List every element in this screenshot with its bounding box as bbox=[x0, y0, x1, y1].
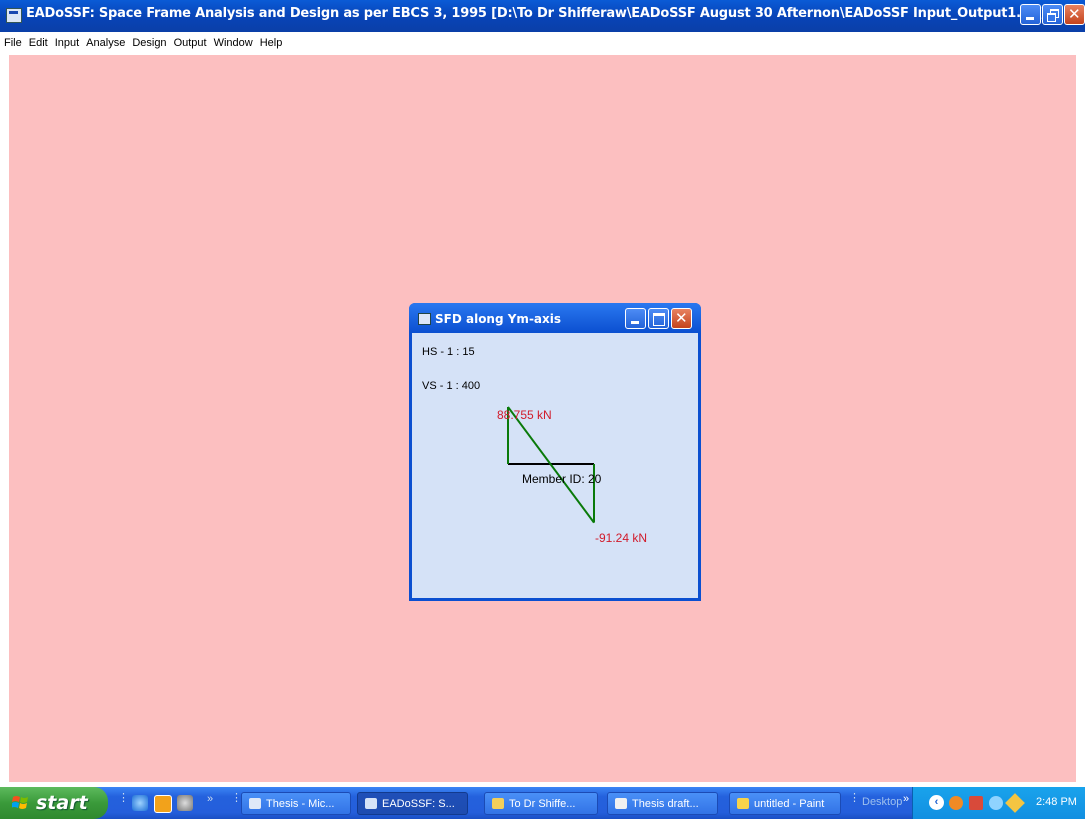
menu-window[interactable]: Window bbox=[210, 32, 256, 49]
sfd-window-title: SFD along Ym-axis bbox=[435, 312, 562, 326]
task-label: To Dr Shiffe... bbox=[509, 798, 576, 810]
tray-app-icon[interactable] bbox=[949, 796, 963, 810]
tray-network-icon[interactable] bbox=[969, 796, 983, 810]
clock[interactable]: 2:48 PM bbox=[1036, 796, 1077, 808]
bottom-value-label: -91.24 kN bbox=[595, 531, 648, 545]
taskbar: start ⋮ » ⋮ Thesis - Mic... EADoSSF: S..… bbox=[0, 787, 1085, 819]
sfd-minimize-button[interactable] bbox=[625, 308, 646, 329]
minimize-icon bbox=[631, 321, 639, 324]
sfd-client-area: HS - 1 : 15 VS - 1 : 400 88.755 kN Membe… bbox=[412, 333, 698, 598]
window-frame-left bbox=[0, 54, 9, 787]
word-icon bbox=[249, 798, 261, 809]
app-window-icon bbox=[365, 798, 377, 809]
task-button-thesis-draft[interactable]: Thesis draft... bbox=[607, 792, 718, 815]
folder-icon bbox=[492, 798, 504, 809]
main-titlebar[interactable]: EADoSSF: Space Frame Analysis and Design… bbox=[0, 0, 1085, 32]
menu-analyse[interactable]: Analyse bbox=[82, 32, 128, 49]
close-icon: ✕ bbox=[675, 309, 688, 327]
sfd-diagram bbox=[507, 406, 595, 524]
minimize-button[interactable] bbox=[1020, 4, 1041, 25]
task-button-thesis[interactable]: Thesis - Mic... bbox=[241, 792, 351, 815]
start-button[interactable]: start bbox=[0, 787, 108, 819]
system-tray: ‹ 2:48 PM bbox=[912, 787, 1085, 819]
menu-output[interactable]: Output bbox=[170, 32, 210, 49]
minimize-icon bbox=[1026, 17, 1034, 20]
window-frame-right bbox=[1076, 54, 1085, 787]
sfd-titlebar[interactable]: SFD along Ym-axis ✕ bbox=[409, 303, 701, 333]
task-button-eadossf[interactable]: EADoSSF: S... bbox=[357, 792, 468, 815]
quicklaunch-grip: ⋮ bbox=[118, 792, 129, 804]
tray-volume-icon[interactable] bbox=[989, 796, 1003, 810]
desktop-toolbar-more-icon[interactable]: » bbox=[903, 793, 909, 805]
task-label: Thesis draft... bbox=[632, 798, 699, 810]
media-player-icon[interactable] bbox=[154, 795, 172, 813]
browser-icon[interactable] bbox=[177, 795, 193, 811]
menu-help[interactable]: Help bbox=[256, 32, 286, 49]
menu-bar: File Edit Input Analyse Design Output Window He… bbox=[0, 32, 1085, 54]
close-button[interactable]: ✕ bbox=[1064, 4, 1085, 25]
menu-edit[interactable]: Edit bbox=[25, 32, 51, 49]
document-icon bbox=[615, 798, 627, 809]
sfd-window: SFD along Ym-axis ✕ HS - 1 : 15 VS - 1 :… bbox=[409, 303, 701, 601]
menu-design[interactable]: Design bbox=[128, 32, 169, 49]
paint-icon bbox=[737, 798, 749, 809]
main-window: EADoSSF: Space Frame Analysis and Design… bbox=[0, 0, 1085, 787]
internet-explorer-icon[interactable] bbox=[132, 795, 148, 811]
sfd-maximize-button[interactable] bbox=[648, 308, 669, 329]
top-value-label: 88.755 kN bbox=[497, 408, 552, 422]
windows-flag-icon bbox=[12, 796, 28, 809]
task-button-paint[interactable]: untitled - Paint bbox=[729, 792, 841, 815]
menu-file[interactable]: File bbox=[0, 32, 25, 49]
sfd-window-icon[interactable] bbox=[418, 313, 431, 325]
task-label: EADoSSF: S... bbox=[382, 798, 455, 810]
tray-security-icon[interactable] bbox=[1005, 793, 1025, 813]
quicklaunch-more-icon[interactable]: » bbox=[207, 793, 213, 805]
task-label: Thesis - Mic... bbox=[266, 798, 335, 810]
task-button-folder[interactable]: To Dr Shiffe... bbox=[484, 792, 598, 815]
window-title: EADoSSF: Space Frame Analysis and Design… bbox=[26, 6, 1047, 21]
task-label: untitled - Paint bbox=[754, 798, 825, 810]
desktop-toolbar-grip: ⋮ bbox=[849, 792, 860, 804]
start-label: start bbox=[36, 792, 88, 814]
show-hidden-icons-button[interactable]: ‹ bbox=[929, 795, 944, 810]
app-icon[interactable] bbox=[6, 8, 22, 23]
sfd-close-button[interactable]: ✕ bbox=[671, 308, 692, 329]
desktop-toolbar-label[interactable]: Desktop bbox=[862, 796, 902, 808]
restore-button[interactable] bbox=[1042, 4, 1063, 25]
close-icon: ✕ bbox=[1068, 5, 1081, 23]
menu-input[interactable]: Input bbox=[51, 32, 82, 49]
member-id-label: Member ID: 20 bbox=[522, 472, 602, 486]
maximize-icon bbox=[653, 313, 665, 326]
